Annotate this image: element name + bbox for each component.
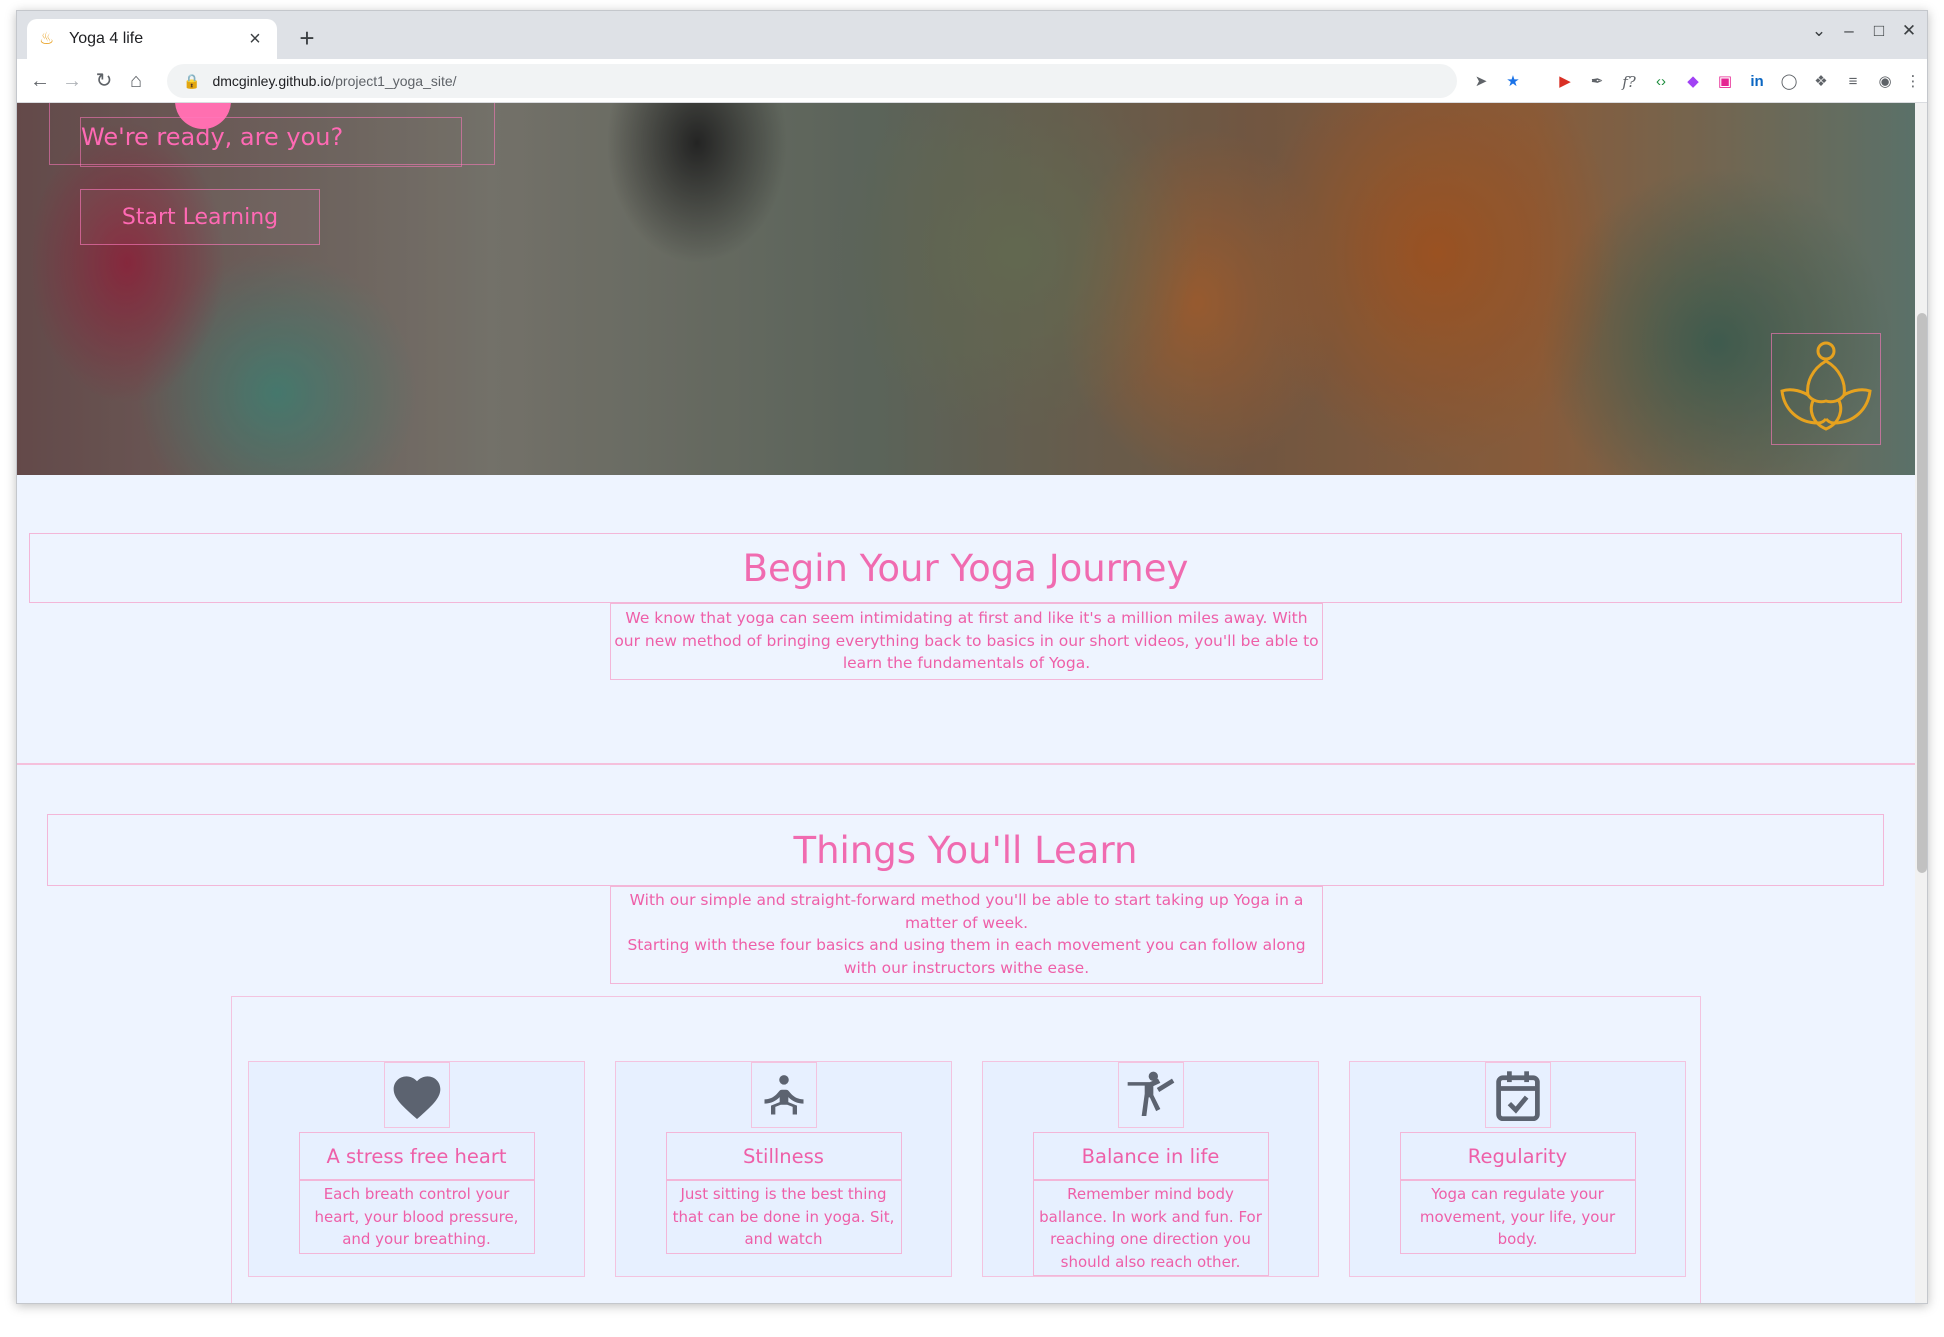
learn-text-line-1: With our simple and straight-forward met… xyxy=(629,891,1304,932)
journey-text: We know that yoga can seem intimidating … xyxy=(610,603,1323,680)
learn-card: Regularity Yoga can regulate your moveme… xyxy=(1349,1061,1686,1277)
meditation-icon xyxy=(750,1062,817,1128)
learn-text: With our simple and straight-forward met… xyxy=(610,886,1323,984)
url-path: /project1_yoga_site/ xyxy=(331,73,457,89)
learn-title: Things You'll Learn xyxy=(793,828,1138,872)
page-viewport: We're ready, are you? Start Learning Beg… xyxy=(17,103,1927,1303)
learn-card-title: Balance in life xyxy=(1032,1132,1269,1180)
learn-cards-container: A stress free heart Each breath control … xyxy=(231,996,1701,1303)
start-learning-button[interactable]: Start Learning xyxy=(80,189,320,245)
forward-button[interactable]: → xyxy=(59,68,85,94)
pocket-extension-icon[interactable]: ◯ xyxy=(1779,72,1799,92)
window-extension-icon[interactable]: ▣ xyxy=(1715,72,1735,92)
url-host: dmcginley.github.io xyxy=(212,73,332,89)
learn-card-text: Each breath control your heart, your blo… xyxy=(298,1180,535,1254)
color-extension-icon[interactable]: ◆ xyxy=(1683,72,1703,92)
learn-card: Balance in life Remember mind body balla… xyxy=(982,1061,1319,1277)
meditation-lotus-icon xyxy=(1771,333,1881,445)
back-button[interactable]: ← xyxy=(27,68,53,94)
close-window-button[interactable]: ✕ xyxy=(1897,21,1921,41)
font-extension-icon[interactable]: f? xyxy=(1619,72,1639,92)
puzzle-extensions-icon[interactable]: ❖ xyxy=(1811,72,1831,92)
journey-title-box: Begin Your Yoga Journey xyxy=(29,533,1902,603)
bookmark-star-icon[interactable]: ★ xyxy=(1503,72,1523,92)
learn-text-line-2: Starting with these four basics and usin… xyxy=(627,936,1306,977)
scrollbar-thumb[interactable] xyxy=(1917,313,1927,873)
hero-banner: We're ready, are you? Start Learning xyxy=(17,103,1915,475)
tab-title: Yoga 4 life xyxy=(69,30,144,47)
eyedropper-extension-icon[interactable]: ✒ xyxy=(1587,72,1607,92)
lock-icon: 🔒 xyxy=(183,72,201,89)
learn-title-box: Things You'll Learn xyxy=(47,814,1884,886)
learn-card: A stress free heart Each breath control … xyxy=(248,1061,585,1277)
browser-window: ♨ Yoga 4 life × + ⌄ – □ ✕ ← → ↻ ⌂ 🔒 dmcg… xyxy=(16,10,1928,1304)
new-tab-button[interactable]: + xyxy=(293,23,321,54)
address-bar[interactable]: 🔒 dmcginley.github.io /project1_yoga_sit… xyxy=(167,64,1457,98)
calendar-check-icon xyxy=(1484,1062,1551,1128)
reload-button[interactable]: ↻ xyxy=(91,68,117,94)
menu-kebab-icon[interactable]: ⋮ xyxy=(1903,72,1923,92)
journey-title: Begin Your Yoga Journey xyxy=(742,546,1189,590)
linkedin-extension-icon[interactable]: in xyxy=(1747,72,1767,92)
browser-tab[interactable]: ♨ Yoga 4 life × xyxy=(27,19,277,59)
learn-card-title: Regularity xyxy=(1399,1132,1636,1180)
home-button[interactable]: ⌂ xyxy=(123,68,149,94)
learn-card-text: Just sitting is the best thing that can … xyxy=(665,1180,902,1254)
learn-card-title: Stillness xyxy=(665,1132,902,1180)
learn-card-text: Remember mind body ballance. In work and… xyxy=(1032,1180,1269,1276)
tab-strip: ♨ Yoga 4 life × + ⌄ – □ ✕ xyxy=(17,11,1927,59)
lotus-favicon-icon: ♨ xyxy=(39,29,55,48)
code-extension-icon[interactable]: ‹› xyxy=(1651,72,1671,92)
minimize-button[interactable]: – xyxy=(1837,21,1861,41)
learn-card: Stillness Just sitting is the best thing… xyxy=(615,1061,952,1277)
heart-icon xyxy=(383,1062,450,1128)
hero-tagline: We're ready, are you? xyxy=(81,123,344,151)
learn-card-text: Yoga can regulate your movement, your li… xyxy=(1399,1180,1636,1254)
learn-card-title: A stress free heart xyxy=(298,1132,535,1180)
send-icon[interactable]: ➤ xyxy=(1471,72,1491,92)
section-divider xyxy=(17,763,1915,765)
megaphone-extension-icon[interactable]: ▶ xyxy=(1555,72,1575,92)
reading-list-icon[interactable]: ≡ xyxy=(1843,72,1863,92)
tab-search-icon[interactable]: ⌄ xyxy=(1807,21,1831,41)
browser-toolbar: ← → ↻ ⌂ 🔒 dmcginley.github.io /project1_… xyxy=(17,59,1927,103)
kick-pose-icon xyxy=(1117,1062,1184,1128)
profile-avatar-icon[interactable]: ◉ xyxy=(1875,72,1895,92)
close-tab-icon[interactable]: × xyxy=(245,28,265,51)
maximize-button[interactable]: □ xyxy=(1867,21,1891,41)
page-scrollbar[interactable] xyxy=(1915,103,1927,1303)
